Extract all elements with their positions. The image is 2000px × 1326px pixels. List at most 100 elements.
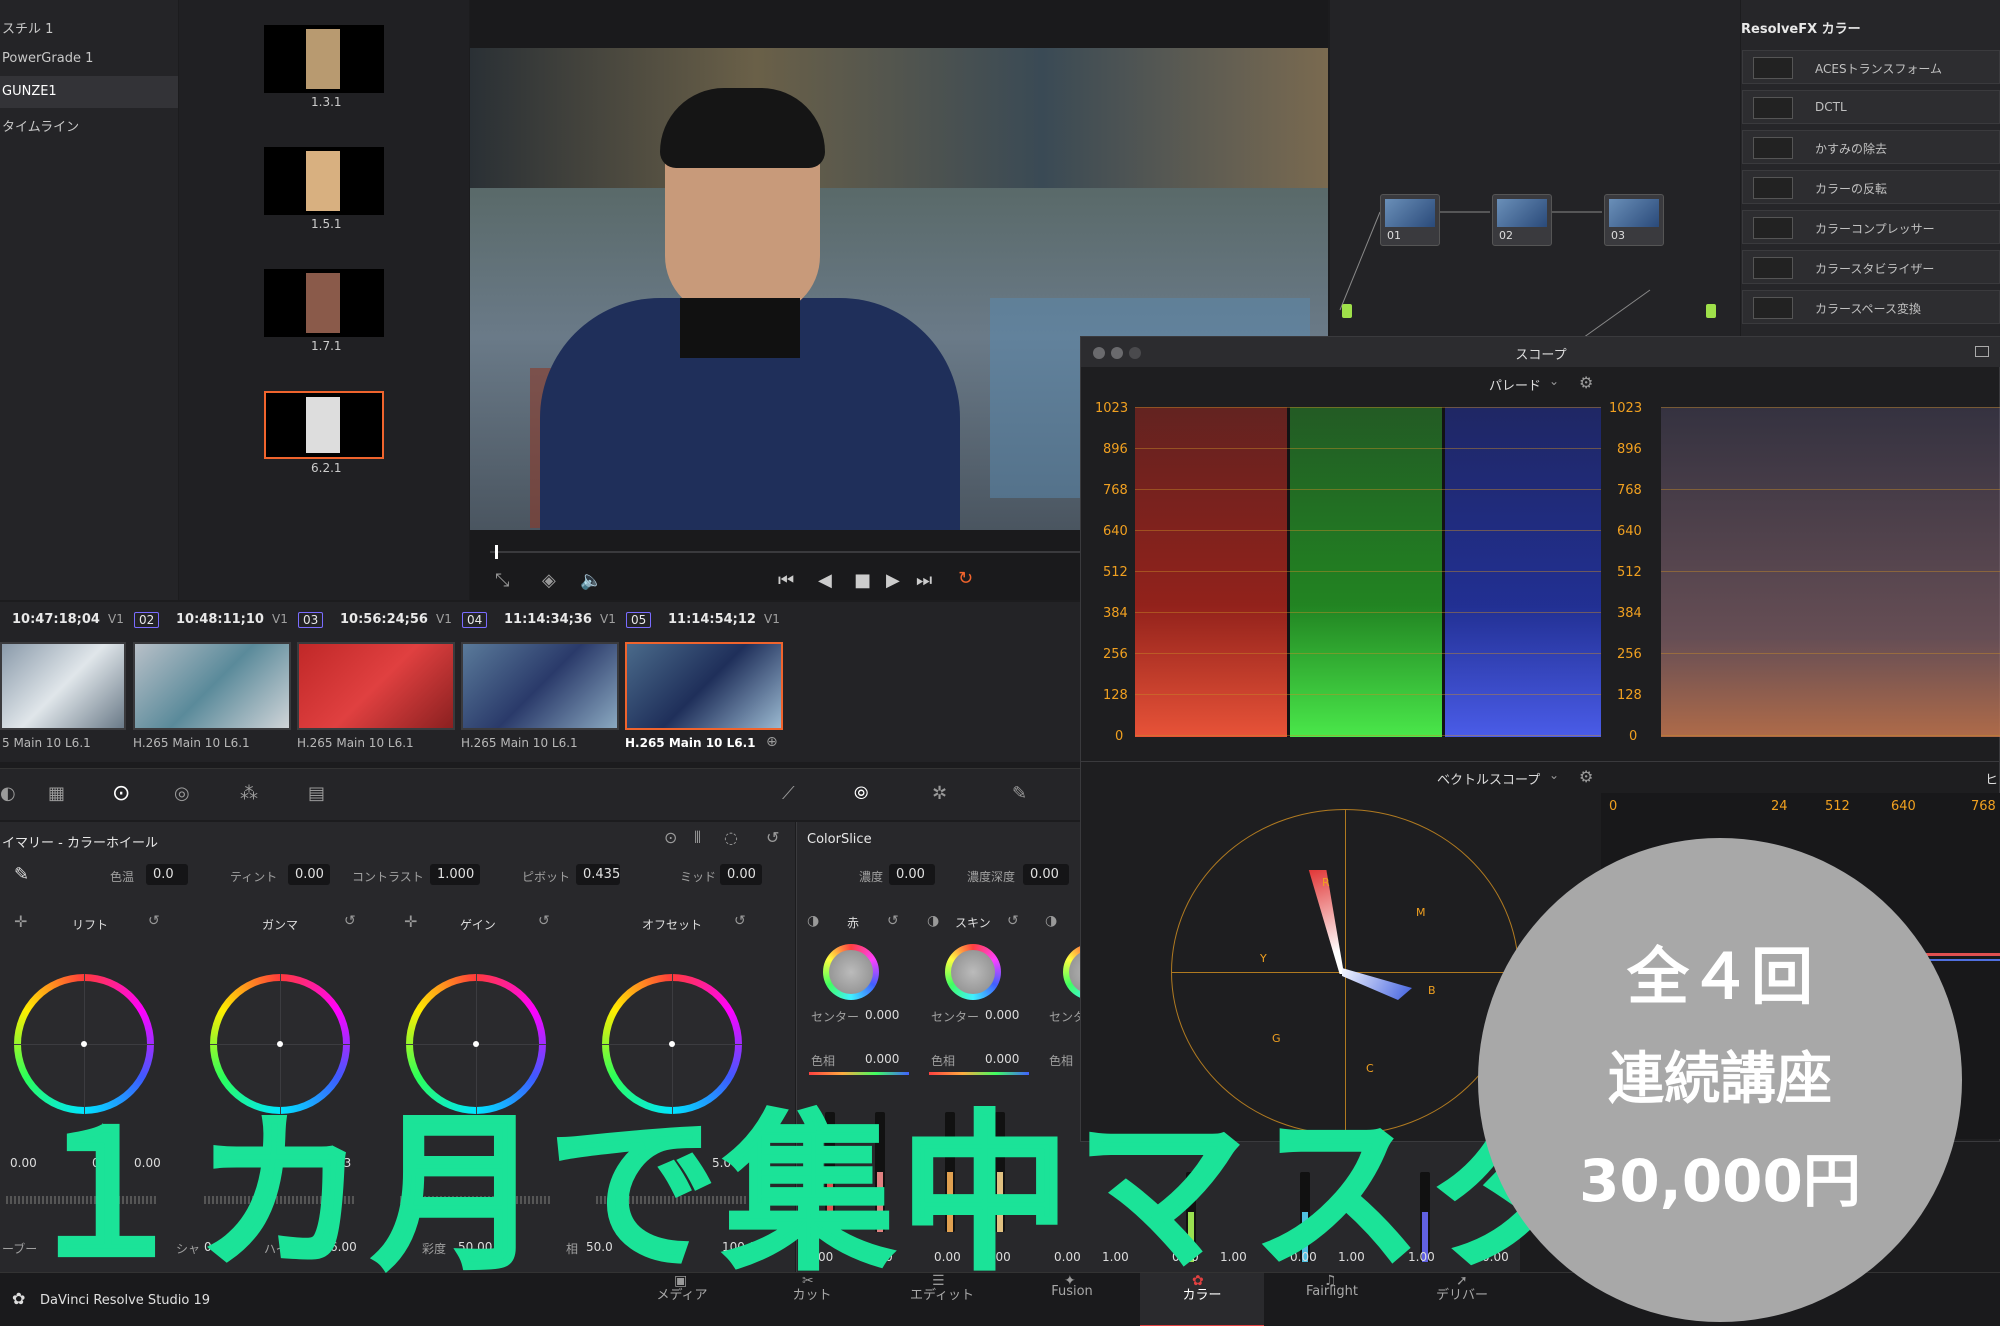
qualifier-icon[interactable]: ✲ — [932, 785, 947, 803]
still-thumb[interactable] — [264, 269, 384, 337]
bars-mode-icon[interactable]: ⦀ — [694, 830, 701, 846]
fx-aces[interactable]: ACESトランスフォーム — [1742, 50, 2000, 84]
slice-toggle-icon[interactable]: ◑ — [1045, 914, 1057, 928]
hdr-icon[interactable]: ◎ — [174, 785, 190, 803]
reset-all-icon[interactable]: ↺ — [766, 830, 779, 846]
scope-titlebar: スコープ — [1081, 337, 2000, 367]
rgb-mixer-icon[interactable]: ⁂ — [240, 785, 258, 803]
fx-colorspace[interactable]: カラースペース変換 — [1742, 290, 2000, 324]
scope-settings-icon[interactable]: ⚙ — [1579, 375, 1593, 391]
gain-wheel[interactable] — [406, 974, 546, 1114]
wheel-label-offset: オフセット — [642, 918, 703, 932]
still-label: 1.5.1 — [311, 217, 342, 231]
offset-reset-icon[interactable]: ↺ — [734, 914, 746, 928]
still-thumb-selected[interactable] — [264, 391, 384, 459]
clip-thumbnail[interactable] — [461, 642, 619, 730]
loop-icon[interactable]: ↻ — [958, 570, 973, 588]
fx-dehaze[interactable]: かすみの除去 — [1742, 130, 2000, 164]
step-back-icon[interactable]: ◀ — [818, 572, 832, 590]
slice-center-value[interactable]: 0.000 — [985, 1008, 1019, 1022]
volume-icon[interactable]: 🔈 — [580, 572, 602, 590]
color-match-icon[interactable]: ▦ — [48, 785, 65, 803]
eyedropper-icon[interactable]: ✎ — [14, 866, 29, 884]
parade-selector[interactable]: パレード — [1489, 375, 1541, 394]
clip-number-badge: 02 — [134, 612, 160, 628]
skip-start-icon[interactable]: ⏮ — [778, 572, 794, 590]
color-warper-icon[interactable]: ⦾ — [854, 785, 868, 803]
offset-wheel[interactable] — [602, 974, 742, 1114]
fx-compressor[interactable]: カラーコンプレッサー — [1742, 210, 2000, 244]
window-layout-icon[interactable] — [1975, 346, 1989, 357]
curves-icon[interactable]: ⟋ — [782, 785, 795, 803]
gallery-item-powergrade[interactable]: PowerGrade 1 — [2, 51, 93, 66]
clip-thumbnail-selected[interactable] — [625, 642, 783, 730]
clip-target-icon[interactable]: ⊕ — [766, 735, 778, 749]
node-03[interactable]: 03 — [1604, 194, 1664, 246]
slice-reset-icon[interactable]: ↺ — [1007, 914, 1019, 928]
vectorscope-selector[interactable]: ベクトルスコープ — [1437, 769, 1540, 788]
lift-crosshair-icon[interactable]: ✛ — [14, 914, 27, 930]
param-label: コントラスト — [352, 870, 424, 884]
node-01[interactable]: 01 — [1380, 194, 1440, 246]
scope-settings-icon[interactable]: ⚙ — [1579, 769, 1593, 785]
slice-wheel-red[interactable] — [823, 944, 879, 1000]
node-02[interactable]: 02 — [1492, 194, 1552, 246]
gallery-item-timeline[interactable]: タイムライン — [2, 116, 79, 135]
chevron-down-icon[interactable]: ⌄ — [1549, 375, 1559, 387]
still-thumb[interactable] — [264, 25, 384, 93]
temp-field[interactable]: 0.0 — [146, 864, 188, 885]
pivot-field[interactable]: 0.435 — [576, 864, 620, 885]
camera-raw-icon[interactable]: ◐ — [0, 785, 16, 803]
window-icon[interactable]: ✎ — [1012, 785, 1027, 803]
parade-plot — [1135, 407, 1601, 737]
still-thumb[interactable] — [264, 147, 384, 215]
playhead[interactable] — [495, 545, 498, 559]
contrast-field[interactable]: 1.000 — [430, 864, 480, 885]
gain-reset-icon[interactable]: ↺ — [538, 914, 550, 928]
wheels-mode-icon[interactable]: ⊙ — [664, 830, 677, 846]
node-input-port[interactable] — [1342, 304, 1352, 318]
density-field[interactable]: 0.00 — [889, 864, 935, 885]
gamma-reset-icon[interactable]: ↺ — [344, 914, 356, 928]
tint-field[interactable]: 0.00 — [288, 864, 330, 885]
motion-effects-icon[interactable]: ▤ — [308, 785, 325, 803]
layers-icon[interactable]: ◈ — [542, 572, 556, 590]
slice-toggle-icon[interactable]: ◑ — [807, 914, 819, 928]
slice-reset-icon[interactable]: ↺ — [887, 914, 899, 928]
clip-thumbnail[interactable] — [133, 642, 291, 730]
mid-detail-field[interactable]: 0.00 — [720, 864, 762, 885]
slice-wheel-skin[interactable] — [945, 944, 1001, 1000]
gallery-item-stills[interactable]: スチル 1 — [2, 18, 53, 37]
lift-wheel[interactable] — [14, 974, 154, 1114]
slice-hue-value[interactable]: 0.000 — [865, 1052, 899, 1066]
clip-thumbnail[interactable] — [0, 642, 126, 730]
slice-center-value[interactable]: 0.000 — [865, 1008, 899, 1022]
gain-crosshair-icon[interactable]: ✛ — [404, 914, 417, 930]
slice-hue-value[interactable]: 0.000 — [985, 1052, 1019, 1066]
fx-dctl[interactable]: DCTL — [1742, 90, 2000, 124]
fx-stabilizer[interactable]: カラースタビライザー — [1742, 250, 2000, 284]
log-mode-icon[interactable]: ◌ — [724, 830, 738, 846]
skip-end-icon[interactable]: ⏭ — [916, 572, 932, 590]
stop-icon[interactable]: ■ — [854, 572, 871, 590]
clip-thumbnail[interactable] — [297, 642, 455, 730]
gallery-item-gunze[interactable]: GUNZE1 — [2, 84, 57, 99]
histogram-selector-partial[interactable]: ヒ — [1985, 769, 1998, 788]
lift-reset-icon[interactable]: ↺ — [148, 914, 160, 928]
density-depth-field[interactable]: 0.00 — [1023, 864, 1069, 885]
node-output-port[interactable] — [1706, 304, 1716, 318]
compressor-icon — [1753, 217, 1793, 239]
clip-timecode: 11:14:34;36 — [504, 612, 592, 627]
chevron-down-icon[interactable]: ⌄ — [1549, 769, 1559, 781]
pointer-tool-icon[interactable]: ⤡ — [495, 572, 509, 590]
slice-toggle-icon[interactable]: ◑ — [927, 914, 939, 928]
fx-invert[interactable]: カラーの反転 — [1742, 170, 2000, 204]
clip-number-badge: 03 — [298, 612, 324, 628]
gamma-wheel[interactable] — [210, 974, 350, 1114]
play-icon[interactable]: ▶ — [886, 572, 900, 590]
clip-track: V1 — [272, 612, 288, 626]
primaries-title: イマリー - カラーホイール — [2, 836, 158, 851]
param-label: 濃度深度 — [967, 870, 1016, 884]
param-label: ミッド — [680, 870, 717, 884]
color-wheels-icon[interactable]: ⊙ — [112, 783, 130, 805]
